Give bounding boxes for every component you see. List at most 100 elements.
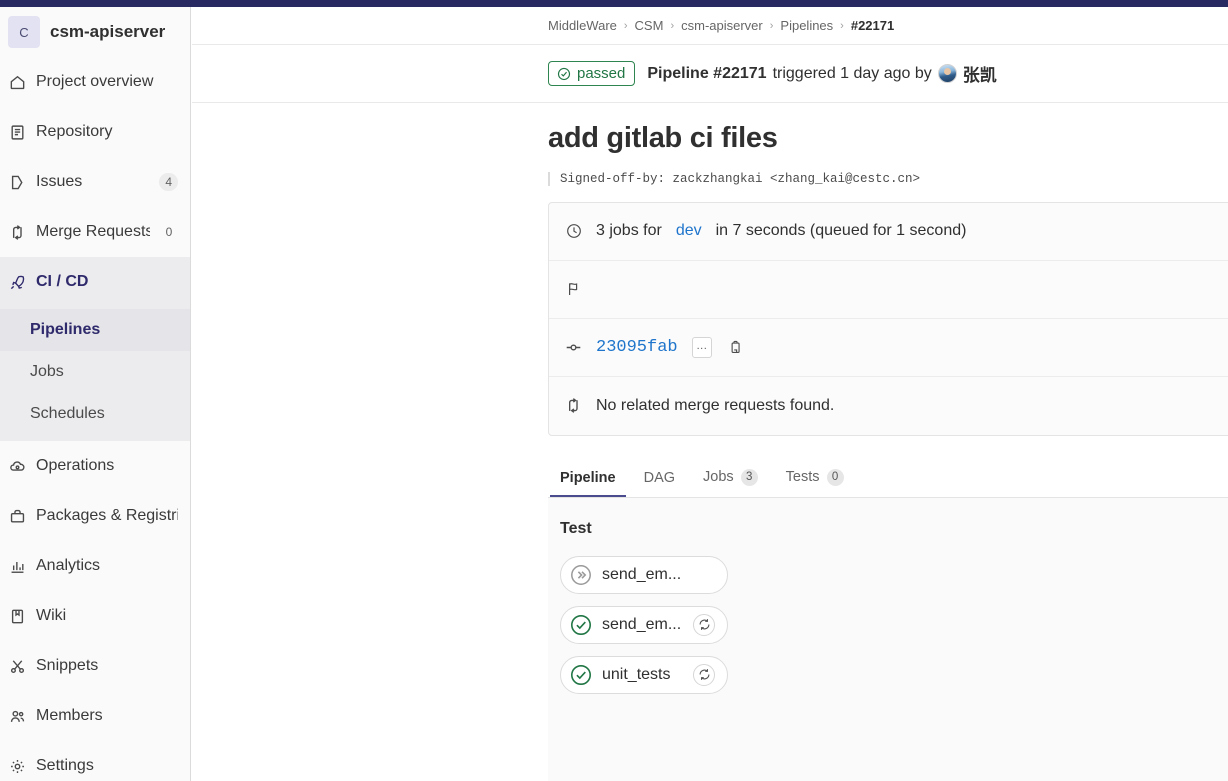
retry-icon[interactable] [693, 664, 715, 686]
pipeline-triggered-text: triggered 1 day ago by [773, 65, 932, 83]
scissors-icon [8, 657, 26, 675]
breadcrumb-item-csm-apiserver[interactable]: csm-apiserver [681, 18, 763, 33]
sidebar-label: Issues [36, 173, 149, 191]
sidebar-item-merge-requests[interactable]: Merge Requests 0 [0, 207, 190, 257]
sidebar-label: CI / CD [36, 273, 178, 291]
tab-tests[interactable]: Tests 0 [776, 469, 854, 497]
tab-label: DAG [644, 470, 675, 486]
package-icon [8, 507, 26, 525]
check-circle-icon [569, 663, 593, 687]
sidebar-label: Merge Requests [36, 223, 150, 241]
tab-label: Tests [786, 469, 820, 485]
sidebar-item-issues[interactable]: Issues 4 [0, 157, 190, 207]
sidebar-item-settings[interactable]: Settings [0, 741, 190, 781]
sidebar-label: Settings [36, 757, 178, 775]
sidebar-item-pipelines[interactable]: Pipelines [0, 309, 190, 351]
job-list: send_em... send_em... [560, 556, 1228, 694]
job-name: send_em... [602, 616, 684, 634]
author-avatar[interactable] [938, 64, 957, 83]
sidebar-label: Analytics [36, 557, 178, 575]
commit-description: Signed-off-by: zackzhangkai <zhang_kai@c… [548, 172, 1228, 186]
sidebar-item-project-overview[interactable]: Project overview [0, 57, 190, 107]
sidebar-label: Packages & Registri [36, 507, 178, 525]
tab-dag[interactable]: DAG [634, 470, 685, 497]
pipeline-header-text: Pipeline #22171 triggered 1 day ago by 张… [647, 61, 996, 86]
sidebar-item-members[interactable]: Members [0, 691, 190, 741]
sidebar-item-ci-cd[interactable]: CI / CD [0, 257, 190, 307]
sidebar-label: Operations [36, 457, 178, 475]
project-name: csm-apiserver [50, 22, 165, 42]
pipeline-info-card: 3 jobs for dev in 7 seconds (queued for … [548, 202, 1228, 436]
cloud-gear-icon [8, 457, 26, 475]
flag-row [549, 261, 1228, 319]
pipeline-status-header: passed Pipeline #22171 triggered 1 day a… [192, 45, 1228, 103]
breadcrumb-separator-icon: › [624, 20, 628, 32]
sidebar-item-wiki[interactable]: Wiki [0, 591, 190, 641]
merge-request-row: No related merge requests found. [549, 377, 1228, 435]
jobs-summary-suffix: in 7 seconds (queued for 1 second) [716, 222, 967, 240]
sidebar-label: Snippets [36, 657, 178, 675]
ref-link[interactable]: dev [676, 222, 702, 240]
sidebar-item-operations[interactable]: Operations [0, 441, 190, 491]
author-name[interactable]: 张凯 [963, 61, 997, 86]
sidebar-item-analytics[interactable]: Analytics [0, 541, 190, 591]
breadcrumb-separator-icon: › [840, 20, 844, 32]
sidebar-item-schedules[interactable]: Schedules [0, 393, 190, 435]
tab-jobs-count: 3 [741, 469, 758, 486]
commit-sha-link[interactable]: 23095fab [596, 338, 678, 357]
breadcrumb-item-middleware[interactable]: MiddleWare [548, 18, 617, 33]
breadcrumb-separator-icon: › [770, 20, 774, 32]
merge-request-row-text: No related merge requests found. [596, 397, 834, 415]
tab-pipeline[interactable]: Pipeline [550, 470, 626, 497]
stage-name: Test [560, 520, 1228, 538]
book-icon [8, 123, 26, 141]
job-node-success-1[interactable]: send_em... [560, 606, 728, 644]
page-title: add gitlab ci files [548, 121, 1228, 156]
check-circle-icon [557, 67, 571, 81]
project-avatar: C [8, 16, 40, 48]
issue-icon [8, 173, 26, 191]
status-badge[interactable]: passed [548, 61, 635, 86]
retry-icon[interactable] [693, 614, 715, 636]
pipeline-tabs: Pipeline DAG Jobs 3 Tests 0 [548, 458, 1228, 498]
job-node-success-2[interactable]: unit_tests [560, 656, 728, 694]
gear-icon [8, 757, 26, 775]
merge-request-icon [565, 397, 582, 414]
sidebar-item-repository[interactable]: Repository [0, 107, 190, 157]
jobs-summary-prefix: 3 jobs for [596, 222, 662, 240]
sidebar-item-packages-registry[interactable]: Packages & Registri [0, 491, 190, 541]
sidebar-label: Repository [36, 123, 178, 141]
sidebar-item-jobs[interactable]: Jobs [0, 351, 190, 393]
sidebar-item-snippets[interactable]: Snippets [0, 641, 190, 691]
sidebar-label: Members [36, 707, 178, 725]
check-circle-icon [569, 613, 593, 637]
gitlab-pipeline-page: C csm-apiserver Project overview Reposit… [0, 0, 1228, 781]
skipped-double-chevron-icon [569, 563, 593, 587]
commit-title-block: add gitlab ci files Signed-off-by: zackz… [192, 103, 1228, 202]
top-navigation-bar [0, 0, 1228, 7]
flag-icon [565, 281, 582, 298]
job-node-skipped[interactable]: send_em... [560, 556, 728, 594]
commit-icon [565, 339, 582, 356]
merge-request-icon [8, 223, 26, 241]
expand-sha-button[interactable]: ... [692, 337, 713, 358]
status-badge-label: passed [577, 66, 625, 81]
main-content: MiddleWare › CSM › csm-apiserver › Pipel… [192, 7, 1228, 781]
sidebar-label: Project overview [36, 73, 178, 91]
project-sidebar: C csm-apiserver Project overview Reposit… [0, 7, 191, 781]
users-icon [8, 707, 26, 725]
jobs-summary-row: 3 jobs for dev in 7 seconds (queued for … [549, 203, 1228, 261]
breadcrumb: MiddleWare › CSM › csm-apiserver › Pipel… [192, 7, 1228, 45]
clipboard-icon[interactable] [726, 338, 744, 356]
job-name: send_em... [602, 566, 715, 584]
project-header[interactable]: C csm-apiserver [0, 7, 190, 57]
breadcrumb-item-csm[interactable]: CSM [635, 18, 664, 33]
breadcrumb-item-pipelines[interactable]: Pipelines [780, 18, 833, 33]
issues-count-badge: 4 [159, 173, 178, 191]
chart-icon [8, 557, 26, 575]
breadcrumb-separator-icon: › [670, 20, 674, 32]
merge-requests-count-badge: 0 [160, 223, 178, 241]
tab-jobs[interactable]: Jobs 3 [693, 469, 768, 497]
sidebar-label: Wiki [36, 607, 178, 625]
wiki-book-icon [8, 607, 26, 625]
